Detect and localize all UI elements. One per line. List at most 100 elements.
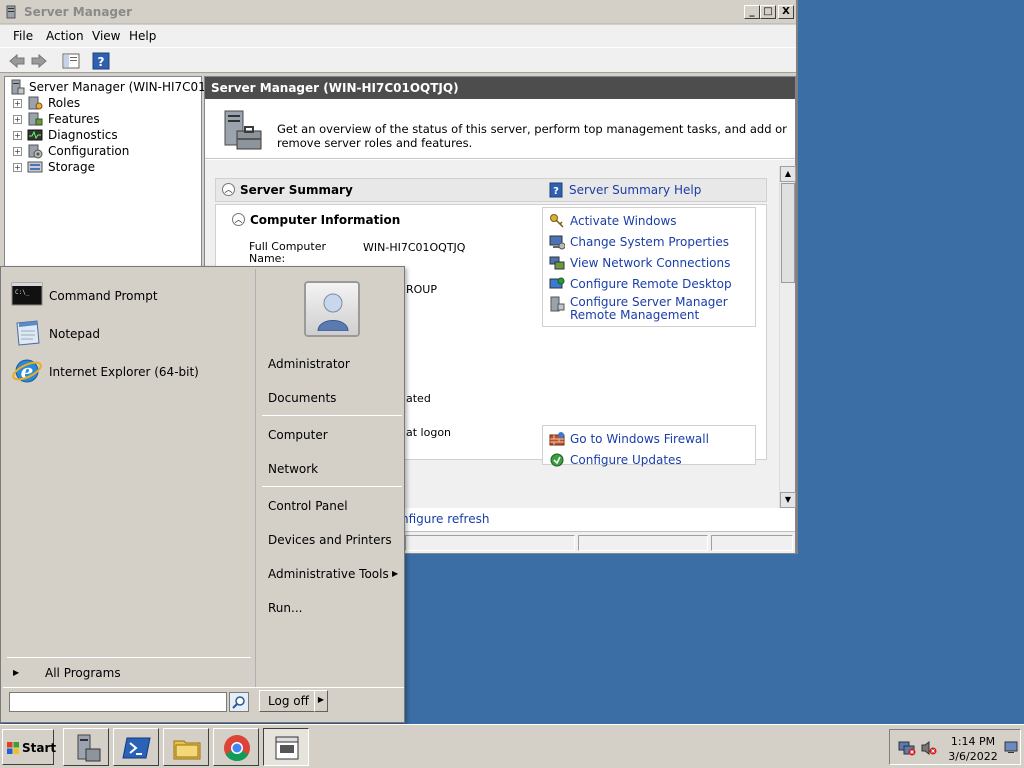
powershell-icon (122, 737, 151, 759)
scroll-up-arrow-icon[interactable]: ▲ (780, 166, 796, 182)
security-tasks-box: Go to Windows Firewall Configure Updates (542, 425, 756, 467)
show-desktop-icon[interactable] (1004, 740, 1018, 754)
play-arrow-icon: ▶ (13, 668, 20, 677)
taskbar-notepad[interactable] (263, 728, 309, 766)
log-off-button[interactable]: Log off (259, 690, 315, 712)
expand-icon[interactable]: + (13, 99, 22, 108)
title-bar[interactable]: Server Manager _ □ X (0, 0, 796, 24)
expand-icon[interactable]: + (13, 163, 22, 172)
close-button[interactable]: X (778, 5, 794, 19)
notepad-app-icon (275, 736, 299, 760)
places-administrative-tools[interactable]: Administrative Tools (268, 567, 389, 581)
show-hide-tree-icon[interactable] (62, 52, 80, 70)
full-computer-name-value: WIN-HI7C01OQTJQ (363, 241, 466, 254)
server-manager-icon (11, 79, 25, 95)
notepad-icon (16, 320, 40, 346)
tree-item-label: Configuration (48, 144, 130, 158)
workgroup-value-fragment: ROUP (406, 283, 437, 296)
menu-help[interactable]: Help (129, 29, 156, 43)
storage-icon (27, 161, 43, 173)
windows-logo-icon (7, 742, 19, 754)
help-book-icon: ? (549, 182, 563, 198)
places-run[interactable]: Run... (268, 601, 302, 615)
change-system-properties-link[interactable]: Change System Properties (570, 235, 729, 249)
remote-desktop-icon (549, 277, 565, 289)
intro-section: Get an overview of the status of this se… (205, 99, 795, 159)
chrome-icon (224, 735, 250, 762)
start-search-input[interactable] (9, 692, 227, 712)
program-label: Internet Explorer (64-bit) (49, 365, 199, 379)
collapse-icon[interactable]: ︿ (222, 183, 235, 196)
svg-text:C:\_: C:\_ (15, 289, 30, 296)
configure-updates-link[interactable]: Configure Updates (570, 453, 682, 467)
places-documents[interactable]: Documents (268, 391, 336, 405)
windows-firewall-link[interactable]: Go to Windows Firewall (570, 432, 709, 446)
divider (262, 486, 402, 487)
places-network[interactable]: Network (268, 462, 318, 476)
server-summary-help-link[interactable]: Server Summary Help (569, 183, 701, 197)
network-status-icon[interactable] (898, 740, 916, 756)
clock-time[interactable]: 1:14 PM (950, 735, 996, 748)
taskbar-powershell[interactable] (113, 728, 159, 766)
start-menu-programs-pane: C:\_ Command Prompt Notepad e Internet E… (3, 269, 253, 687)
pane-header: Server Manager (WIN-HI7C01OQTJQ) (205, 77, 795, 99)
roles-icon (28, 96, 43, 110)
places-computer[interactable]: Computer (268, 428, 328, 442)
diagnostics-icon (27, 129, 43, 141)
menu-action[interactable]: Action (46, 29, 84, 43)
menu-view[interactable]: View (92, 29, 120, 43)
minimize-button[interactable]: _ (744, 5, 760, 19)
command-prompt-icon: C:\_ (11, 282, 43, 306)
maximize-button[interactable]: □ (760, 5, 776, 19)
places-administrator[interactable]: Administrator (268, 357, 350, 371)
features-icon (28, 112, 43, 126)
clock-date[interactable]: 3/6/2022 (946, 750, 1000, 763)
taskbar-server-manager[interactable] (63, 728, 109, 766)
view-network-connections-link[interactable]: View Network Connections (570, 256, 730, 270)
scroll-thumb[interactable] (781, 183, 795, 283)
network-connections-icon (549, 256, 565, 270)
window-title: Server Manager (24, 5, 133, 19)
submenu-arrow-icon: ▶ (392, 569, 399, 578)
places-control-panel[interactable]: Control Panel (268, 499, 348, 513)
status-cell (405, 535, 575, 551)
vertical-scrollbar[interactable]: ▲ ▼ (779, 166, 796, 508)
status-cell (711, 535, 793, 551)
tree-item-label: Roles (48, 96, 81, 110)
taskbar-file-explorer[interactable] (163, 728, 209, 766)
volume-muted-icon[interactable] (920, 740, 938, 756)
expand-icon[interactable]: + (13, 131, 22, 140)
intro-text: Get an overview of the status of this se… (277, 122, 787, 150)
places-devices-and-printers[interactable]: Devices and Printers (268, 533, 392, 547)
remote-management-icon (550, 296, 565, 312)
expand-icon[interactable]: + (13, 115, 22, 124)
collapse-icon[interactable]: ︿ (232, 213, 245, 226)
configure-remote-management-link[interactable]: Configure Server Manager Remote Manageme… (570, 296, 750, 322)
taskbar-chrome[interactable] (213, 728, 259, 766)
user-picture[interactable] (304, 281, 360, 337)
activation-status-fragment: ated (406, 392, 431, 405)
toolbar: ? (0, 47, 796, 73)
activate-key-icon (550, 214, 564, 228)
back-arrow-icon[interactable] (8, 52, 26, 70)
configuration-icon (28, 144, 43, 159)
shutdown-options-arrow-icon[interactable]: ▶ (314, 690, 328, 712)
svg-text:?: ? (98, 55, 105, 69)
search-button[interactable] (229, 692, 249, 712)
configure-refresh-link[interactable]: nfigure refresh (401, 512, 489, 526)
menu-file[interactable]: File (13, 29, 33, 43)
start-button[interactable]: Start (2, 729, 56, 765)
expand-icon[interactable]: + (13, 147, 22, 156)
server-summary-header[interactable]: ︿ Server Summary ? Server Summary Help (215, 178, 767, 202)
help-icon[interactable]: ? (92, 52, 110, 70)
tree-item-label: Features (48, 112, 100, 126)
computer-tasks-box: Activate Windows Change System Propertie… (542, 207, 756, 327)
tree-item-label: Diagnostics (48, 128, 118, 142)
server-summary-title: Server Summary (240, 183, 353, 197)
forward-arrow-icon[interactable] (30, 52, 48, 70)
activate-windows-link[interactable]: Activate Windows (570, 214, 677, 228)
full-computer-name-label: Full Computer Name: (249, 240, 326, 265)
scroll-down-arrow-icon[interactable]: ▼ (780, 492, 796, 508)
windows-update-icon (550, 453, 564, 467)
configure-remote-desktop-link[interactable]: Configure Remote Desktop (570, 277, 732, 291)
